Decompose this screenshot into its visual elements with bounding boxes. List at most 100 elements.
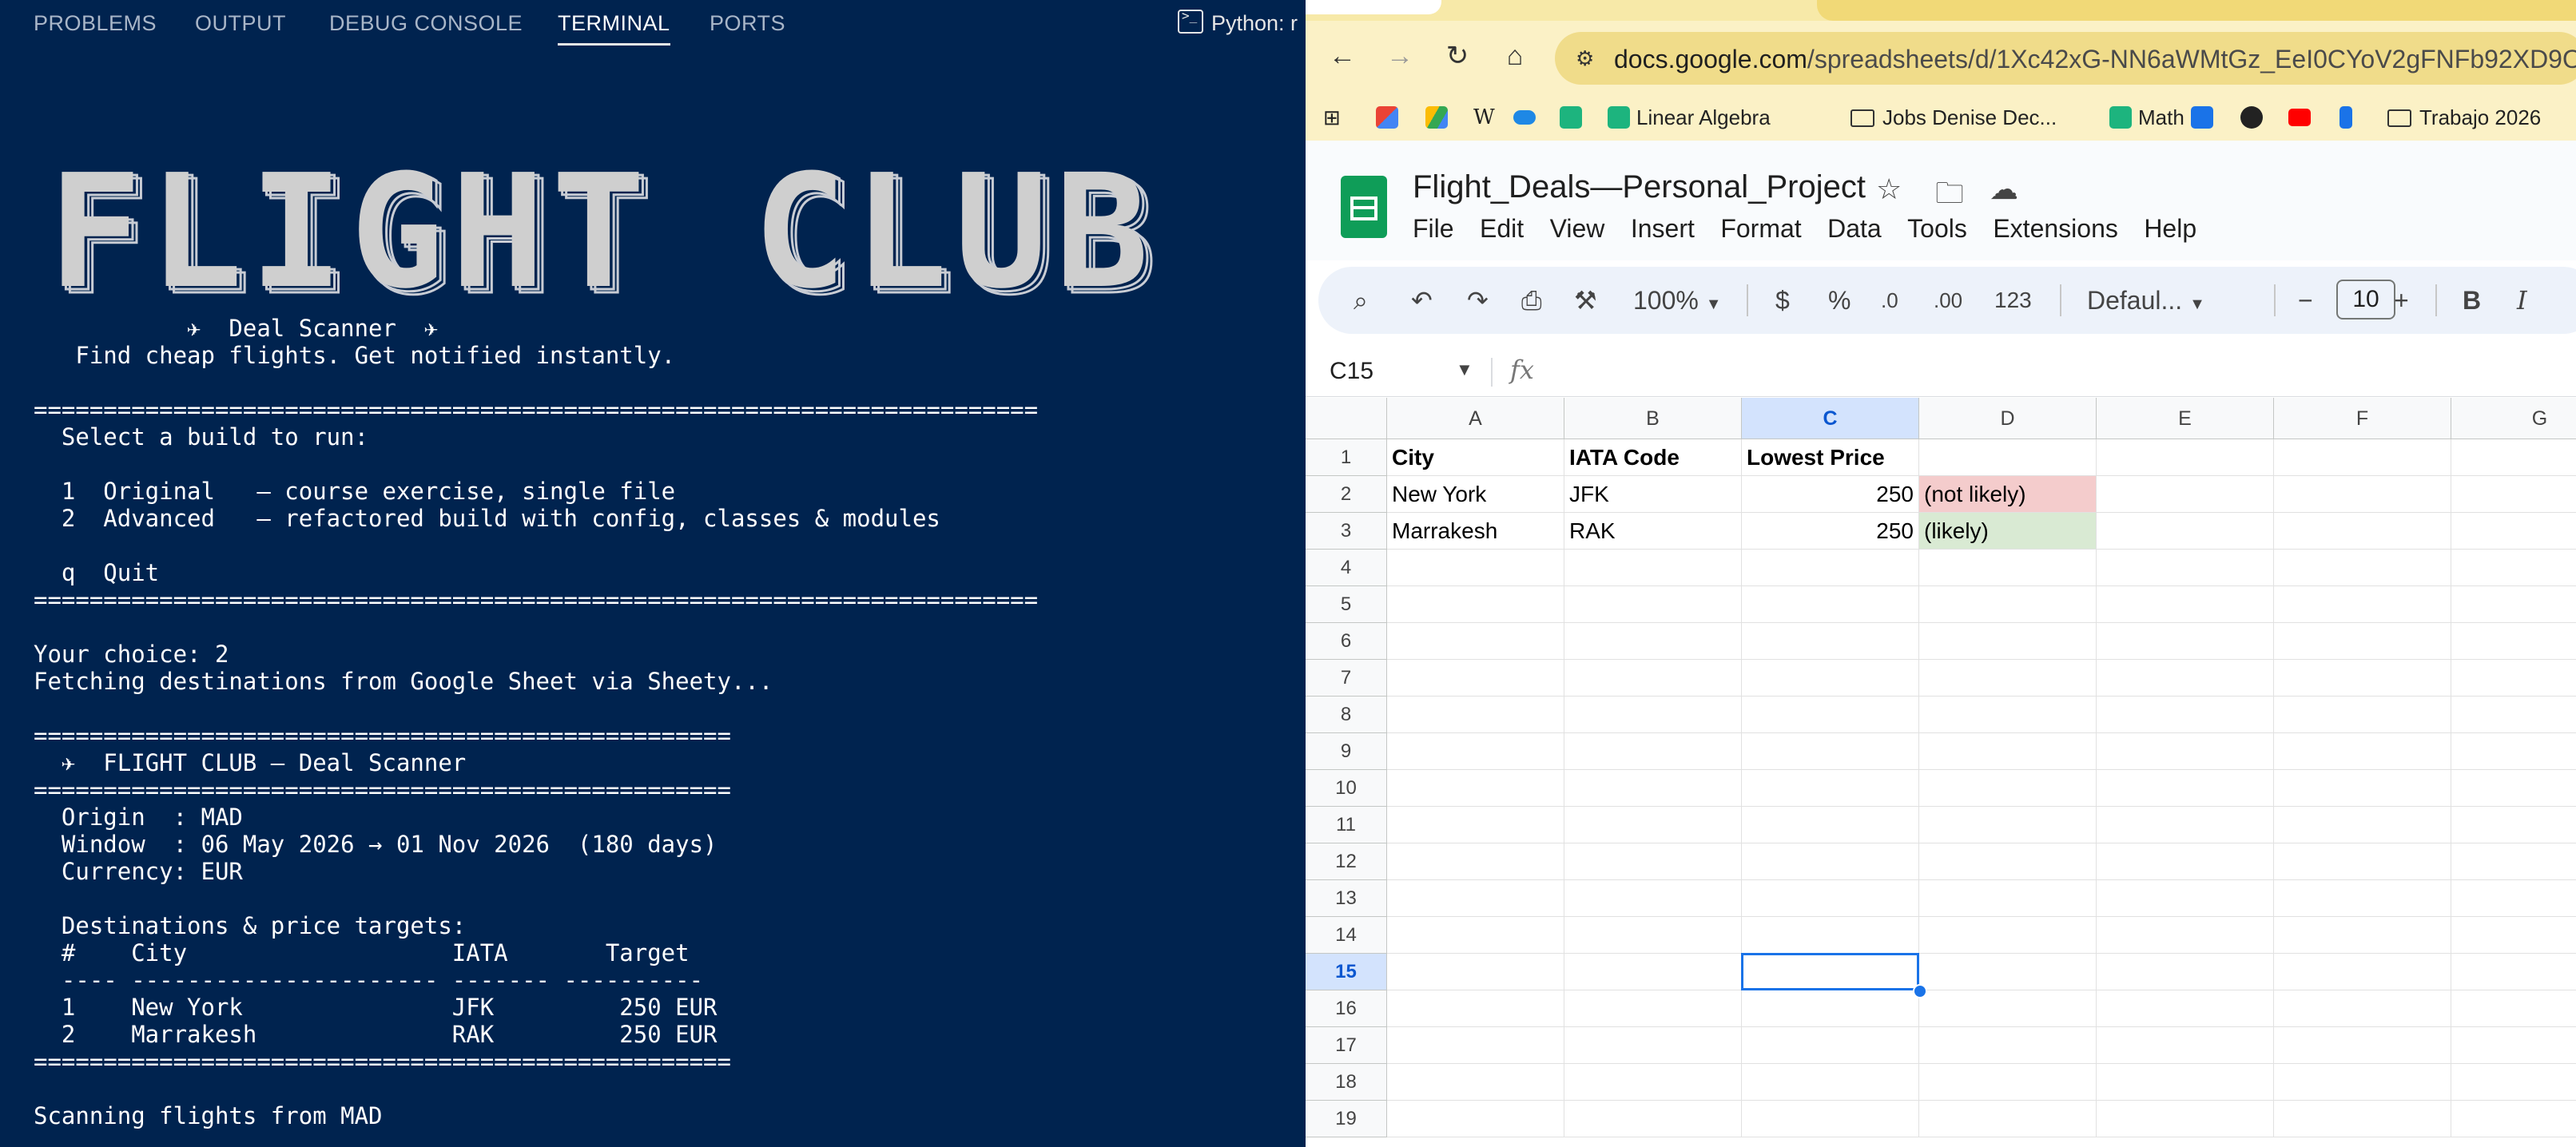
fill-handle[interactable]: [1913, 984, 1927, 998]
cell-a10[interactable]: [1387, 770, 1564, 807]
home-icon[interactable]: ⌂: [1499, 40, 1531, 72]
row-header[interactable]: 12: [1306, 843, 1387, 880]
cell-f2[interactable]: [2274, 476, 2451, 513]
cell-a6[interactable]: [1387, 623, 1564, 660]
site-settings-icon[interactable]: ⚙: [1576, 48, 1598, 69]
menu-view[interactable]: View: [1550, 214, 1605, 244]
cell-a9[interactable]: [1387, 733, 1564, 770]
reload-icon[interactable]: ↻: [1441, 40, 1473, 72]
cell-e13[interactable]: [2097, 880, 2274, 917]
cell-e16[interactable]: [2097, 990, 2274, 1027]
row-header[interactable]: 6: [1306, 623, 1387, 660]
cell-a3[interactable]: Marrakesh: [1387, 513, 1564, 550]
cell-c19[interactable]: [1742, 1101, 1919, 1137]
cell-a17[interactable]: [1387, 1027, 1564, 1064]
cell-f17[interactable]: [2274, 1027, 2451, 1064]
row-header[interactable]: 17: [1306, 1027, 1387, 1064]
tab-debug-console[interactable]: DEBUG CONSOLE: [329, 11, 523, 36]
column-header-f[interactable]: F: [2274, 398, 2451, 439]
cell-e5[interactable]: [2097, 586, 2274, 623]
cell-d12[interactable]: [1919, 843, 2097, 880]
cell-f12[interactable]: [2274, 843, 2451, 880]
cell-g18[interactable]: [2451, 1064, 2576, 1101]
cell-d1[interactable]: [1919, 439, 2097, 476]
cell-f18[interactable]: [2274, 1064, 2451, 1101]
chevron-down-icon[interactable]: ▼: [1456, 359, 1473, 380]
cell-d18[interactable]: [1919, 1064, 2097, 1101]
cell-c8[interactable]: [1742, 697, 1919, 733]
cell-b16[interactable]: [1564, 990, 1742, 1027]
cell-d6[interactable]: [1919, 623, 2097, 660]
cell-g1[interactable]: [2451, 439, 2576, 476]
cell-g6[interactable]: [2451, 623, 2576, 660]
row-header[interactable]: 4: [1306, 550, 1387, 586]
cell-e10[interactable]: [2097, 770, 2274, 807]
active-cell-selection[interactable]: [1741, 953, 1919, 990]
cell-e12[interactable]: [2097, 843, 2274, 880]
cell-a14[interactable]: [1387, 917, 1564, 954]
cell-d19[interactable]: [1919, 1101, 2097, 1137]
apps-icon[interactable]: ⊞: [1323, 104, 1341, 131]
cell-d3[interactable]: (likely): [1919, 513, 2097, 550]
tab-problems[interactable]: PROBLEMS: [34, 11, 157, 36]
cell-g4[interactable]: [2451, 550, 2576, 586]
row-header[interactable]: 3: [1306, 513, 1387, 550]
cell-f6[interactable]: [2274, 623, 2451, 660]
menu-file[interactable]: File: [1413, 214, 1454, 244]
cell-c18[interactable]: [1742, 1064, 1919, 1101]
cell-f8[interactable]: [2274, 697, 2451, 733]
bold-button[interactable]: B: [2463, 283, 2481, 318]
cell-b13[interactable]: [1564, 880, 1742, 917]
column-header-e[interactable]: E: [2097, 398, 2274, 439]
row-header[interactable]: 16: [1306, 990, 1387, 1027]
cell-g9[interactable]: [2451, 733, 2576, 770]
cell-f7[interactable]: [2274, 660, 2451, 697]
cell-c12[interactable]: [1742, 843, 1919, 880]
cell-d8[interactable]: [1919, 697, 2097, 733]
cell-b15[interactable]: [1564, 954, 1742, 990]
d-icon[interactable]: [2191, 104, 2220, 131]
decrease-font-size-button[interactable]: −: [2298, 283, 2313, 318]
column-header-g[interactable]: G: [2451, 398, 2576, 439]
cell-e3[interactable]: [2097, 513, 2274, 550]
cell-d9[interactable]: [1919, 733, 2097, 770]
cell-f5[interactable]: [2274, 586, 2451, 623]
cell-a5[interactable]: [1387, 586, 1564, 623]
tab-output[interactable]: OUTPUT: [195, 11, 286, 36]
row-header[interactable]: 2: [1306, 476, 1387, 513]
forward-arrow-icon[interactable]: →: [1384, 40, 1416, 72]
cell-a16[interactable]: [1387, 990, 1564, 1027]
cell-f19[interactable]: [2274, 1101, 2451, 1137]
column-header-d[interactable]: D: [1919, 398, 2097, 439]
name-box[interactable]: C15: [1330, 358, 1373, 385]
currency-format-button[interactable]: $: [1775, 283, 1790, 318]
tab-ports[interactable]: PORTS: [710, 11, 785, 36]
cell-a4[interactable]: [1387, 550, 1564, 586]
youtube-icon[interactable]: [2288, 104, 2317, 131]
cell-a8[interactable]: [1387, 697, 1564, 733]
shield-icon[interactable]: [1560, 104, 1588, 131]
cell-f1[interactable]: [2274, 439, 2451, 476]
onedrive-icon[interactable]: [1513, 104, 1542, 131]
cell-b1[interactable]: IATA Code: [1564, 439, 1742, 476]
browser-tab[interactable]: [1306, 0, 1441, 14]
cell-g19[interactable]: [2451, 1101, 2576, 1137]
cell-d4[interactable]: [1919, 550, 2097, 586]
column-header-a[interactable]: A: [1387, 398, 1564, 439]
wikipedia-icon[interactable]: W: [1473, 104, 1495, 131]
row-header[interactable]: 9: [1306, 733, 1387, 770]
cell-g14[interactable]: [2451, 917, 2576, 954]
cell-c2[interactable]: 250: [1742, 476, 1919, 513]
cell-b6[interactable]: [1564, 623, 1742, 660]
cell-a13[interactable]: [1387, 880, 1564, 917]
cell-e9[interactable]: [2097, 733, 2274, 770]
cell-d7[interactable]: [1919, 660, 2097, 697]
column-header-c[interactable]: C: [1742, 398, 1919, 439]
cell-a19[interactable]: [1387, 1101, 1564, 1137]
row-header[interactable]: 15: [1306, 954, 1387, 990]
cell-a12[interactable]: [1387, 843, 1564, 880]
menu-edit[interactable]: Edit: [1480, 214, 1524, 244]
cell-c7[interactable]: [1742, 660, 1919, 697]
cell-c16[interactable]: [1742, 990, 1919, 1027]
cell-a18[interactable]: [1387, 1064, 1564, 1101]
